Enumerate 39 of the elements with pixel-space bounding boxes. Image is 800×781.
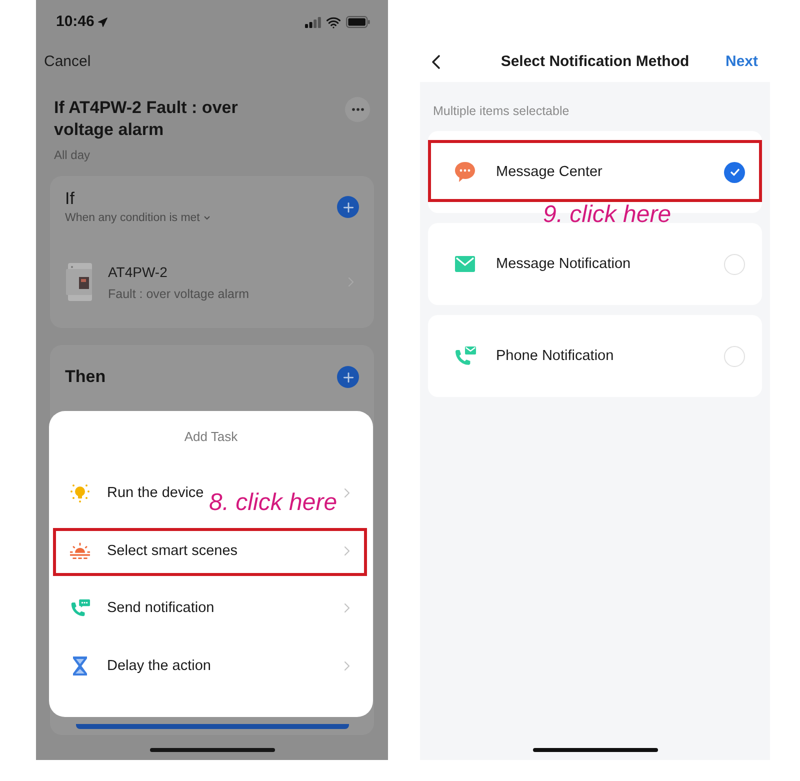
sheet-title: Add Task (184, 429, 238, 445)
bulb-icon (70, 483, 90, 503)
method-option[interactable]: Message Notification (428, 223, 762, 305)
next-button[interactable]: Next (725, 52, 758, 72)
sunset-icon (70, 542, 90, 560)
caret-icon (204, 216, 210, 220)
automation-title: If AT4PW-2 Fault : over voltage alarm (54, 97, 239, 141)
plus-icon (340, 370, 356, 384)
status-time: 10:46 (56, 13, 94, 31)
location-icon (97, 16, 108, 28)
checkbox[interactable] (724, 254, 745, 274)
add-button[interactable] (337, 196, 359, 218)
annotation-label: 8. click here (209, 490, 338, 516)
add-button[interactable] (337, 366, 359, 388)
method-option[interactable]: Phone Notification (428, 315, 762, 397)
chat-icon (454, 161, 476, 183)
phone-mail-icon (454, 346, 476, 366)
section-title: Then (65, 366, 106, 388)
schedule-label: All day (54, 148, 90, 162)
plus-icon (340, 200, 356, 214)
task-option[interactable]: Select smart scenes (49, 526, 373, 576)
more-button[interactable] (345, 97, 370, 122)
device-row[interactable]: AT4PW-2 Fault : over voltage alarm (65, 258, 359, 306)
section-title: If (65, 188, 74, 210)
task-option[interactable]: Send notification (49, 583, 373, 633)
checkbox[interactable] (724, 162, 745, 182)
mail-icon (455, 256, 475, 272)
hint-label: Multiple items selectable (433, 104, 570, 118)
battery-icon (346, 16, 370, 28)
cancel-button[interactable]: Cancel (44, 51, 91, 73)
hourglass-icon (72, 656, 88, 676)
checkbox[interactable] (724, 346, 745, 366)
signal-icon (305, 16, 321, 28)
task-option[interactable]: Delay the action (49, 640, 373, 690)
more-icon (352, 108, 364, 111)
page-title: Select Notification Method (500, 52, 690, 72)
phone-message-icon (70, 598, 90, 618)
wifi-icon (326, 14, 341, 30)
check-icon (730, 168, 740, 176)
